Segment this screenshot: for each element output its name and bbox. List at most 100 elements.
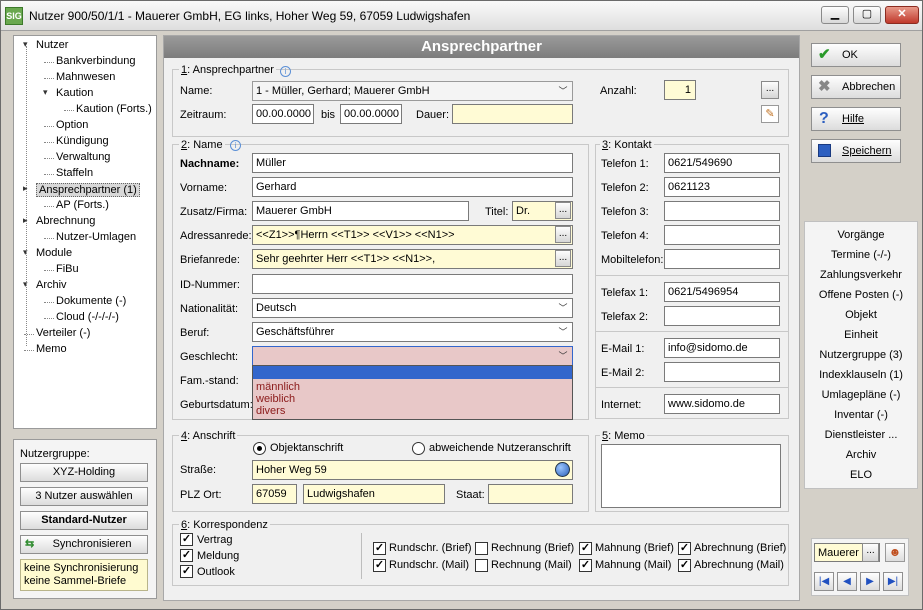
- related-link[interactable]: Einheit: [807, 329, 915, 341]
- telefon2-field[interactable]: 0621123: [664, 177, 780, 197]
- info-icon[interactable]: i: [230, 140, 241, 151]
- tree-item[interactable]: Kündigung: [56, 135, 109, 147]
- related-link[interactable]: Nutzergruppe (3): [807, 349, 915, 361]
- help-button[interactable]: ? Hilfe: [811, 107, 901, 131]
- tree-item[interactable]: Dokumente (-): [56, 295, 126, 307]
- tree-item[interactable]: Verwaltung: [56, 151, 110, 163]
- tree-item[interactable]: Staffeln: [56, 167, 93, 179]
- tree-item[interactable]: Nutzer-Umlagen: [56, 231, 136, 243]
- tree-item[interactable]: Ansprechpartner (1): [36, 183, 140, 197]
- beruf-select[interactable]: Geschäftsführer ﹀: [252, 322, 573, 342]
- staat-field[interactable]: [488, 484, 573, 504]
- related-link[interactable]: Vorgänge: [807, 229, 915, 241]
- synchronize-button[interactable]: ⇆ Synchronisieren: [20, 535, 148, 554]
- dropdown-option-weiblich[interactable]: weiblich: [256, 393, 295, 405]
- tree-item[interactable]: Nutzer: [36, 39, 68, 51]
- radio-abweichende-anschrift[interactable]: [412, 442, 425, 455]
- related-link[interactable]: Termine (-/-): [807, 249, 915, 261]
- previous-record-button[interactable]: ◀: [837, 572, 857, 591]
- tree-item[interactable]: Mahnwesen: [56, 71, 115, 83]
- briefanrede-field[interactable]: Sehr geehrter Herr <<T1>> <<N1>>,...: [252, 249, 573, 269]
- zusatz-field[interactable]: Mauerer GmbH: [252, 201, 469, 221]
- first-record-button[interactable]: |◀: [814, 572, 834, 591]
- abrechnung-mail-checkbox[interactable]: ✓: [678, 559, 691, 572]
- telefon4-field[interactable]: [664, 225, 780, 245]
- mobil-field[interactable]: [664, 249, 780, 269]
- fax1-field[interactable]: 0621/5496954: [664, 282, 780, 302]
- xyz-holding-button[interactable]: XYZ-Holding: [20, 463, 148, 482]
- standard-user-button[interactable]: Standard-Nutzer: [20, 511, 148, 530]
- anzahl-field[interactable]: 1: [664, 80, 696, 100]
- next-record-button[interactable]: ▶: [860, 572, 880, 591]
- anzahl-more-button[interactable]: ...: [761, 81, 779, 99]
- select-users-button[interactable]: 3 Nutzer auswählen: [20, 487, 148, 506]
- tree-item[interactable]: Option: [56, 119, 88, 131]
- tree-item[interactable]: Verteiler (-): [36, 327, 90, 339]
- tree-item[interactable]: Archiv: [36, 279, 67, 291]
- nachname-field[interactable]: Müller: [252, 153, 573, 173]
- vorname-field[interactable]: Gerhard: [252, 177, 573, 197]
- telefon1-field[interactable]: 0621/549690: [664, 153, 780, 173]
- minimize-button[interactable]: ▁: [821, 6, 849, 24]
- related-link[interactable]: Indexklauseln (1): [807, 369, 915, 381]
- adressanrede-more-button[interactable]: ...: [555, 226, 571, 243]
- rechnung-brief-checkbox[interactable]: [475, 542, 488, 555]
- nationalitaet-select[interactable]: Deutsch ﹀: [252, 298, 573, 318]
- outlook-checkbox[interactable]: ✓: [180, 565, 193, 578]
- email2-field[interactable]: [664, 362, 780, 382]
- name-select[interactable]: 1 - Müller, Gerhard; Mauerer GmbH ﹀: [252, 81, 573, 101]
- internet-field[interactable]: www.sidomo.de: [664, 394, 780, 414]
- zeitraum-from-field[interactable]: 00.00.0000: [252, 104, 314, 124]
- related-link[interactable]: Dienstleister ...: [807, 429, 915, 441]
- related-link[interactable]: Inventar (-): [807, 409, 915, 421]
- ort-field[interactable]: Ludwigshafen: [303, 484, 445, 504]
- tree-item[interactable]: Abrechnung: [36, 215, 95, 227]
- cancel-button[interactable]: ✖ Abbrechen: [811, 75, 901, 99]
- people-icon[interactable]: ☻: [885, 543, 905, 562]
- zeitraum-to-field[interactable]: 00.00.0000: [340, 104, 402, 124]
- tree-item[interactable]: Module: [36, 247, 72, 259]
- chevron-down-icon[interactable]: ▾: [43, 87, 48, 98]
- globe-icon[interactable]: [555, 462, 570, 477]
- ok-button[interactable]: ✔ OK: [811, 43, 901, 67]
- rundschr-brief-checkbox[interactable]: ✓: [373, 542, 386, 555]
- tree-item[interactable]: Kaution (Forts.): [76, 103, 152, 115]
- radio-objektanschrift[interactable]: [253, 442, 266, 455]
- abrechnung-brief-checkbox[interactable]: ✓: [678, 542, 691, 555]
- info-icon[interactable]: i: [280, 66, 291, 77]
- tree-item[interactable]: FiBu: [56, 263, 79, 275]
- geschlecht-select[interactable]: ﹀: [252, 346, 573, 366]
- telefon3-field[interactable]: [664, 201, 780, 221]
- tree-item[interactable]: Memo: [36, 343, 67, 355]
- tree-item[interactable]: AP (Forts.): [56, 199, 109, 211]
- plz-field[interactable]: 67059: [252, 484, 297, 504]
- related-link[interactable]: ELO: [807, 469, 915, 481]
- vertrag-checkbox[interactable]: ✓: [180, 533, 193, 546]
- dauer-field[interactable]: [452, 104, 573, 124]
- tree-item[interactable]: Cloud (-/-/-/-): [56, 311, 119, 323]
- related-link[interactable]: Objekt: [807, 309, 915, 321]
- dropdown-option-maennlich[interactable]: männlich: [256, 381, 300, 393]
- related-link[interactable]: Archiv: [807, 449, 915, 461]
- tree-item[interactable]: Bankverbindung: [56, 55, 136, 67]
- mahnung-mail-checkbox[interactable]: ✓: [579, 559, 592, 572]
- memo-field[interactable]: [601, 444, 781, 508]
- rechnung-mail-checkbox[interactable]: [475, 559, 488, 572]
- rundschr-mail-checkbox[interactable]: ✓: [373, 559, 386, 572]
- last-record-button[interactable]: ▶|: [883, 572, 903, 591]
- titel-field[interactable]: Dr....: [512, 201, 573, 221]
- email1-field[interactable]: info@sidomo.de: [664, 338, 780, 358]
- id-field[interactable]: [252, 274, 573, 294]
- save-button[interactable]: Speichern: [811, 139, 901, 163]
- edit-icon[interactable]: ✎: [761, 105, 779, 123]
- dropdown-option-empty[interactable]: [253, 366, 572, 379]
- fax2-field[interactable]: [664, 306, 780, 326]
- related-link[interactable]: Offene Posten (-): [807, 289, 915, 301]
- adressanrede-field[interactable]: <<Z1>>¶Herrn <<T1>> <<V1>> <<N1>>...: [252, 225, 573, 245]
- strasse-field[interactable]: Hoher Weg 59: [252, 460, 573, 480]
- nav-more-button[interactable]: ...: [862, 543, 879, 562]
- briefanrede-more-button[interactable]: ...: [555, 250, 571, 267]
- maximize-button[interactable]: ▢: [853, 6, 881, 24]
- related-link[interactable]: Umlagepläne (-): [807, 389, 915, 401]
- titel-more-button[interactable]: ...: [555, 202, 571, 219]
